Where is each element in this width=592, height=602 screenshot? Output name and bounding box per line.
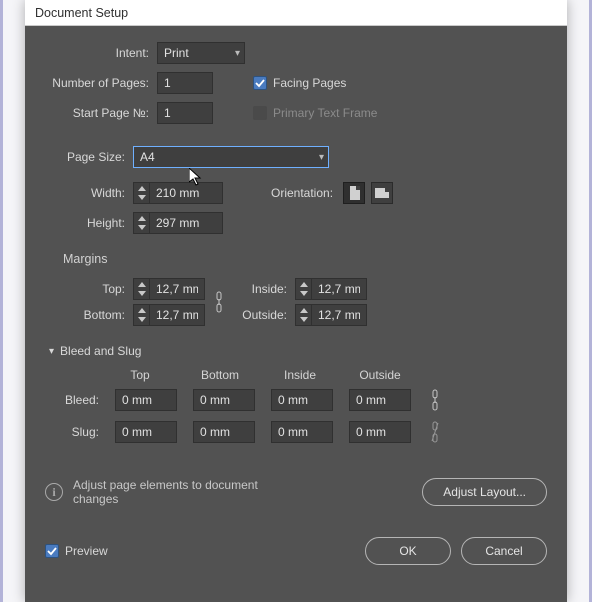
chevron-down-icon: ▾ <box>319 152 324 163</box>
margin-outside-input[interactable] <box>311 304 367 326</box>
start-page-label: Start Page №: <box>45 106 149 120</box>
preview-checkbox[interactable]: Preview <box>45 544 108 558</box>
titlebar: Document Setup <box>25 0 567 26</box>
ok-button[interactable]: OK <box>365 537 451 565</box>
bleed-slug-disclosure[interactable]: ▾ Bleed and Slug <box>49 344 547 358</box>
slug-link-icon[interactable] <box>427 419 443 445</box>
num-pages-input[interactable] <box>157 72 213 94</box>
intent-value: Print <box>164 46 189 60</box>
margin-bottom-label: Bottom: <box>65 308 125 322</box>
intent-label: Intent: <box>45 46 149 60</box>
bleed-col-top: Top <box>109 368 171 382</box>
landscape-icon <box>375 188 389 198</box>
orientation-landscape-button[interactable] <box>371 182 393 204</box>
cancel-button[interactable]: Cancel <box>461 537 547 565</box>
checkbox-icon <box>45 544 59 558</box>
slug-outside-input[interactable] <box>349 421 411 443</box>
checkbox-icon <box>253 106 267 120</box>
slug-label: Slug: <box>45 425 99 439</box>
bleed-bottom-input[interactable] <box>193 389 255 411</box>
chevron-down-icon: ▾ <box>235 48 240 59</box>
start-page-input[interactable] <box>157 102 213 124</box>
margin-outside-label: Outside: <box>237 308 287 322</box>
margin-inside-label: Inside: <box>237 282 287 296</box>
primary-text-frame-label: Primary Text Frame <box>273 106 377 120</box>
margin-outside-spinner[interactable] <box>295 304 311 326</box>
slug-top-input[interactable] <box>115 421 177 443</box>
preview-label: Preview <box>65 544 108 558</box>
bleed-inside-input[interactable] <box>271 389 333 411</box>
width-input[interactable] <box>149 182 223 204</box>
bleed-link-icon[interactable] <box>427 387 443 413</box>
bleed-slug-header: Bleed and Slug <box>60 344 141 358</box>
bleed-col-inside: Inside <box>269 368 331 382</box>
orientation-label: Orientation: <box>271 186 333 200</box>
page-size-label: Page Size: <box>45 150 125 164</box>
height-spinner[interactable] <box>133 212 149 234</box>
margin-top-label: Top: <box>65 282 125 296</box>
bleed-top-input[interactable] <box>115 389 177 411</box>
slug-inside-input[interactable] <box>271 421 333 443</box>
margin-bottom-input[interactable] <box>149 304 205 326</box>
margin-bottom-spinner[interactable] <box>133 304 149 326</box>
primary-text-frame-checkbox: Primary Text Frame <box>253 106 377 120</box>
bleed-col-outside: Outside <box>349 368 411 382</box>
margin-inside-input[interactable] <box>311 278 367 300</box>
document-setup-dialog: Document Setup Intent: Print ▾ Number of… <box>25 0 567 602</box>
margin-top-spinner[interactable] <box>133 278 149 300</box>
intent-select[interactable]: Print ▾ <box>157 42 245 64</box>
height-input[interactable] <box>149 212 223 234</box>
bleed-outside-input[interactable] <box>349 389 411 411</box>
slug-bottom-input[interactable] <box>193 421 255 443</box>
portrait-icon <box>350 186 360 200</box>
page-size-value: A4 <box>140 150 155 164</box>
bleed-label: Bleed: <box>45 393 99 407</box>
margin-top-input[interactable] <box>149 278 205 300</box>
margin-inside-spinner[interactable] <box>295 278 311 300</box>
facing-pages-label: Facing Pages <box>273 76 346 90</box>
margins-link-icon[interactable] <box>211 289 227 315</box>
margins-header: Margins <box>63 252 547 266</box>
width-label: Width: <box>65 186 125 200</box>
chevron-down-icon: ▾ <box>49 346 54 357</box>
facing-pages-checkbox[interactable]: Facing Pages <box>253 76 346 90</box>
width-spinner[interactable] <box>133 182 149 204</box>
adjust-layout-button[interactable]: Adjust Layout... <box>422 478 547 506</box>
num-pages-label: Number of Pages: <box>45 76 149 90</box>
orientation-portrait-button[interactable] <box>343 182 365 204</box>
info-icon: i <box>45 483 63 501</box>
height-label: Height: <box>65 216 125 230</box>
page-size-select[interactable]: A4 ▾ <box>133 146 329 168</box>
bleed-col-bottom: Bottom <box>189 368 251 382</box>
adjust-layout-text: Adjust page elements to document changes <box>73 478 273 507</box>
checkbox-icon <box>253 76 267 90</box>
